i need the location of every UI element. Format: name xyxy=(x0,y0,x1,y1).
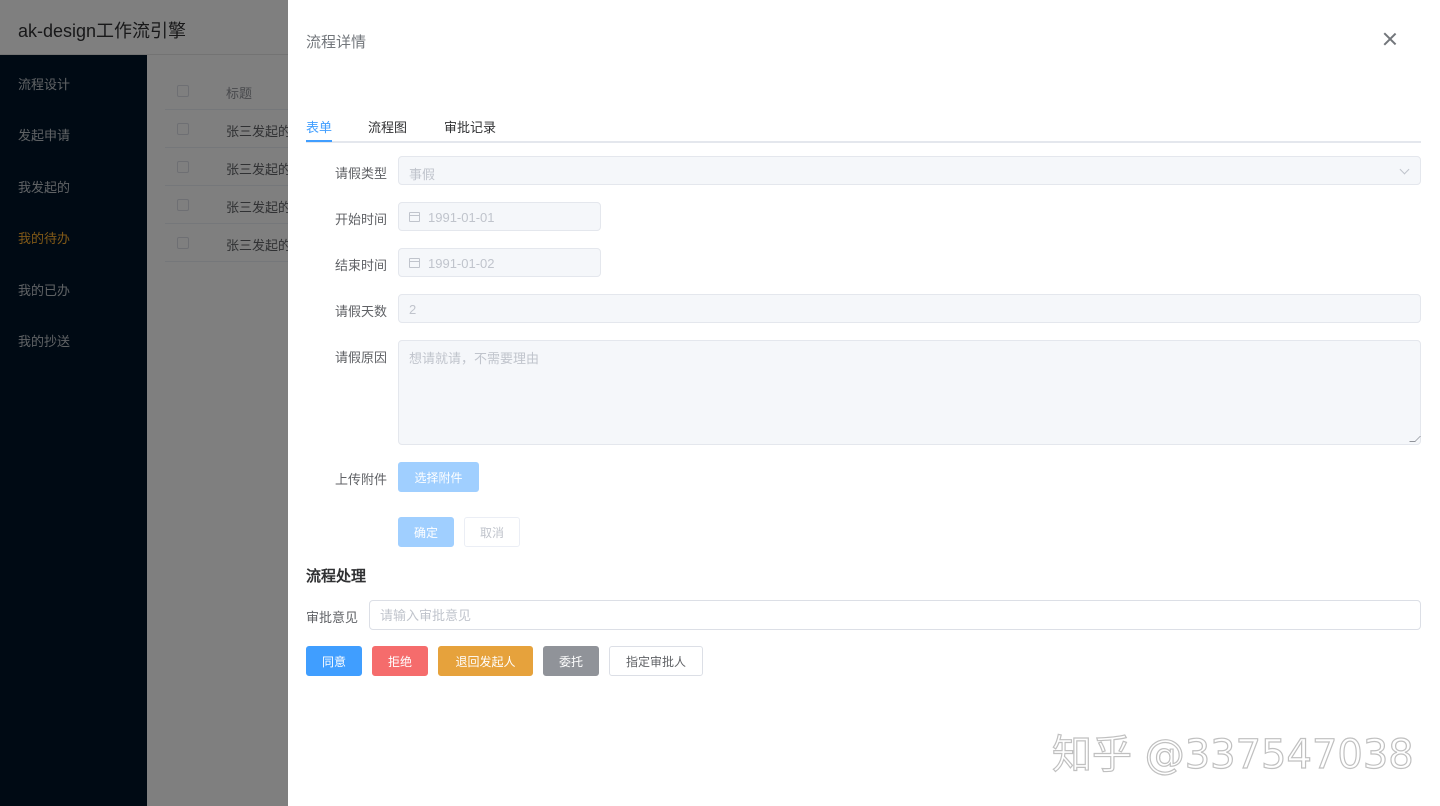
end-time-label: 结束时间 xyxy=(334,258,387,273)
calendar-icon xyxy=(409,212,420,222)
leave-type-label: 请假类型 xyxy=(334,166,387,181)
process-section-title: 流程处理 xyxy=(306,568,367,585)
reject-button[interactable]: 拒绝 xyxy=(372,646,428,676)
calendar-icon xyxy=(409,258,420,268)
chevron-down-icon xyxy=(1399,164,1410,175)
leave-type-select[interactable]: 事假 xyxy=(398,156,1421,185)
opinion-label: 审批意见 xyxy=(306,610,359,625)
agree-button[interactable]: 同意 xyxy=(306,646,362,676)
upload-label: 上传附件 xyxy=(334,472,387,487)
drawer-title: 流程详情 xyxy=(306,34,367,51)
watermark: 知乎 @337547038 xyxy=(1051,731,1414,778)
opinion-input[interactable] xyxy=(369,600,1421,630)
return-to-initiator-button[interactable]: 退回发起人 xyxy=(438,646,533,676)
leave-reason-textarea[interactable]: 想请就请，不需要理由 xyxy=(398,340,1421,445)
process-detail-drawer: 流程详情 表单 流程图 审批记录 请假类型 事假 开始时间 1991-01-01… xyxy=(288,0,1440,806)
end-date-value: 1991-01-02 xyxy=(428,256,495,271)
delegate-button[interactable]: 委托 xyxy=(543,646,599,676)
start-time-label: 开始时间 xyxy=(334,212,387,227)
start-date-picker[interactable]: 1991-01-01 xyxy=(398,202,601,231)
active-tab-indicator xyxy=(306,140,332,142)
leave-reason-value: 想请就请，不需要理由 xyxy=(409,351,540,366)
resize-handle-icon[interactable] xyxy=(1409,436,1421,442)
leave-days-label: 请假天数 xyxy=(334,304,387,319)
assign-approver-button[interactable]: 指定审批人 xyxy=(609,646,703,676)
choose-attachment-button[interactable]: 选择附件 xyxy=(398,462,479,492)
cancel-button[interactable]: 取消 xyxy=(464,517,520,547)
leave-type-value: 事假 xyxy=(409,167,436,182)
close-icon[interactable] xyxy=(1381,30,1399,48)
start-date-value: 1991-01-01 xyxy=(428,210,495,225)
tab-flowchart[interactable]: 流程图 xyxy=(368,117,407,136)
end-date-picker[interactable]: 1991-01-02 xyxy=(398,248,601,277)
leave-reason-label: 请假原因 xyxy=(334,350,387,365)
drawer-tabs: 表单 流程图 审批记录 xyxy=(306,106,1421,143)
tab-form[interactable]: 表单 xyxy=(306,117,332,136)
leave-days-value: 2 xyxy=(409,302,417,317)
tab-approval-records[interactable]: 审批记录 xyxy=(444,117,496,136)
leave-days-input[interactable]: 2 xyxy=(398,294,1421,323)
confirm-button[interactable]: 确定 xyxy=(398,517,454,547)
